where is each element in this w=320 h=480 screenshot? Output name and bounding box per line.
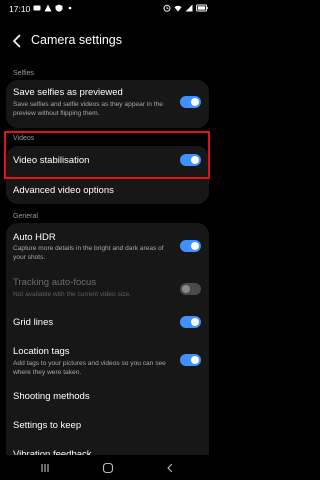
back-arrow-icon[interactable] <box>8 32 26 50</box>
setting-description: Capture more details in the bright and d… <box>13 245 164 261</box>
status-bar: 17:10 <box>0 0 216 20</box>
setting-title: Grid lines <box>13 317 54 328</box>
setting-grid-lines[interactable]: Grid lines <box>6 308 209 337</box>
general-card: Auto HDR Capture more details in the bri… <box>6 223 209 473</box>
grid-lines-toggle[interactable] <box>180 316 201 328</box>
save-selfies-toggle[interactable] <box>180 96 201 108</box>
signal-icon <box>185 4 193 12</box>
alert-icon <box>44 4 52 12</box>
home-icon[interactable] <box>102 462 114 474</box>
alarm-icon <box>163 4 171 12</box>
setting-title: Shooting methods <box>13 391 90 402</box>
section-label-general: General <box>13 213 38 220</box>
setting-title: Advanced video options <box>13 185 114 196</box>
setting-title: Tracking auto-focus <box>13 277 97 288</box>
tracking-auto-focus-toggle <box>180 283 201 295</box>
setting-description: Not available with the current video siz… <box>13 291 132 298</box>
section-label-selfies: Selfies <box>13 70 35 77</box>
setting-title: Location tags <box>13 346 70 357</box>
page-title: Camera settings <box>31 33 123 47</box>
app-bar: Camera settings <box>0 24 216 58</box>
selfies-card: Save selfies as previewed Save selfies a… <box>6 80 209 128</box>
setting-advanced-video-options[interactable]: Advanced video options <box>6 175 209 204</box>
setting-save-selfies[interactable]: Save selfies as previewed Save selfies a… <box>6 80 209 128</box>
setting-auto-hdr[interactable]: Auto HDR Capture more details in the bri… <box>6 223 209 268</box>
battery-icon <box>196 4 208 12</box>
setting-shooting-methods[interactable]: Shooting methods <box>6 384 209 412</box>
navigation-bar <box>0 455 216 480</box>
setting-title: Save selfies as previewed <box>13 87 123 98</box>
dot-icon <box>68 6 72 10</box>
auto-hdr-toggle[interactable] <box>180 240 201 252</box>
status-time: 17:10 <box>9 4 31 14</box>
setting-description: Add tags to your pictures and videos so … <box>13 360 166 376</box>
setting-location-tags[interactable]: Location tags Add tags to your pictures … <box>6 337 209 384</box>
location-tags-toggle[interactable] <box>180 354 201 366</box>
back-icon[interactable] <box>164 462 176 474</box>
message-icon <box>33 5 41 11</box>
highlight-box <box>4 131 210 179</box>
setting-title: Auto HDR <box>13 232 56 243</box>
setting-title: Settings to keep <box>13 420 82 431</box>
recents-icon[interactable] <box>39 462 51 474</box>
setting-description: Save selfies and selfie videos as they a… <box>13 101 163 117</box>
setting-settings-to-keep[interactable]: Settings to keep <box>6 412 209 440</box>
wifi-icon <box>174 5 182 12</box>
setting-tracking-auto-focus: Tracking auto-focus Not available with t… <box>6 268 209 308</box>
shield-icon <box>55 4 63 12</box>
